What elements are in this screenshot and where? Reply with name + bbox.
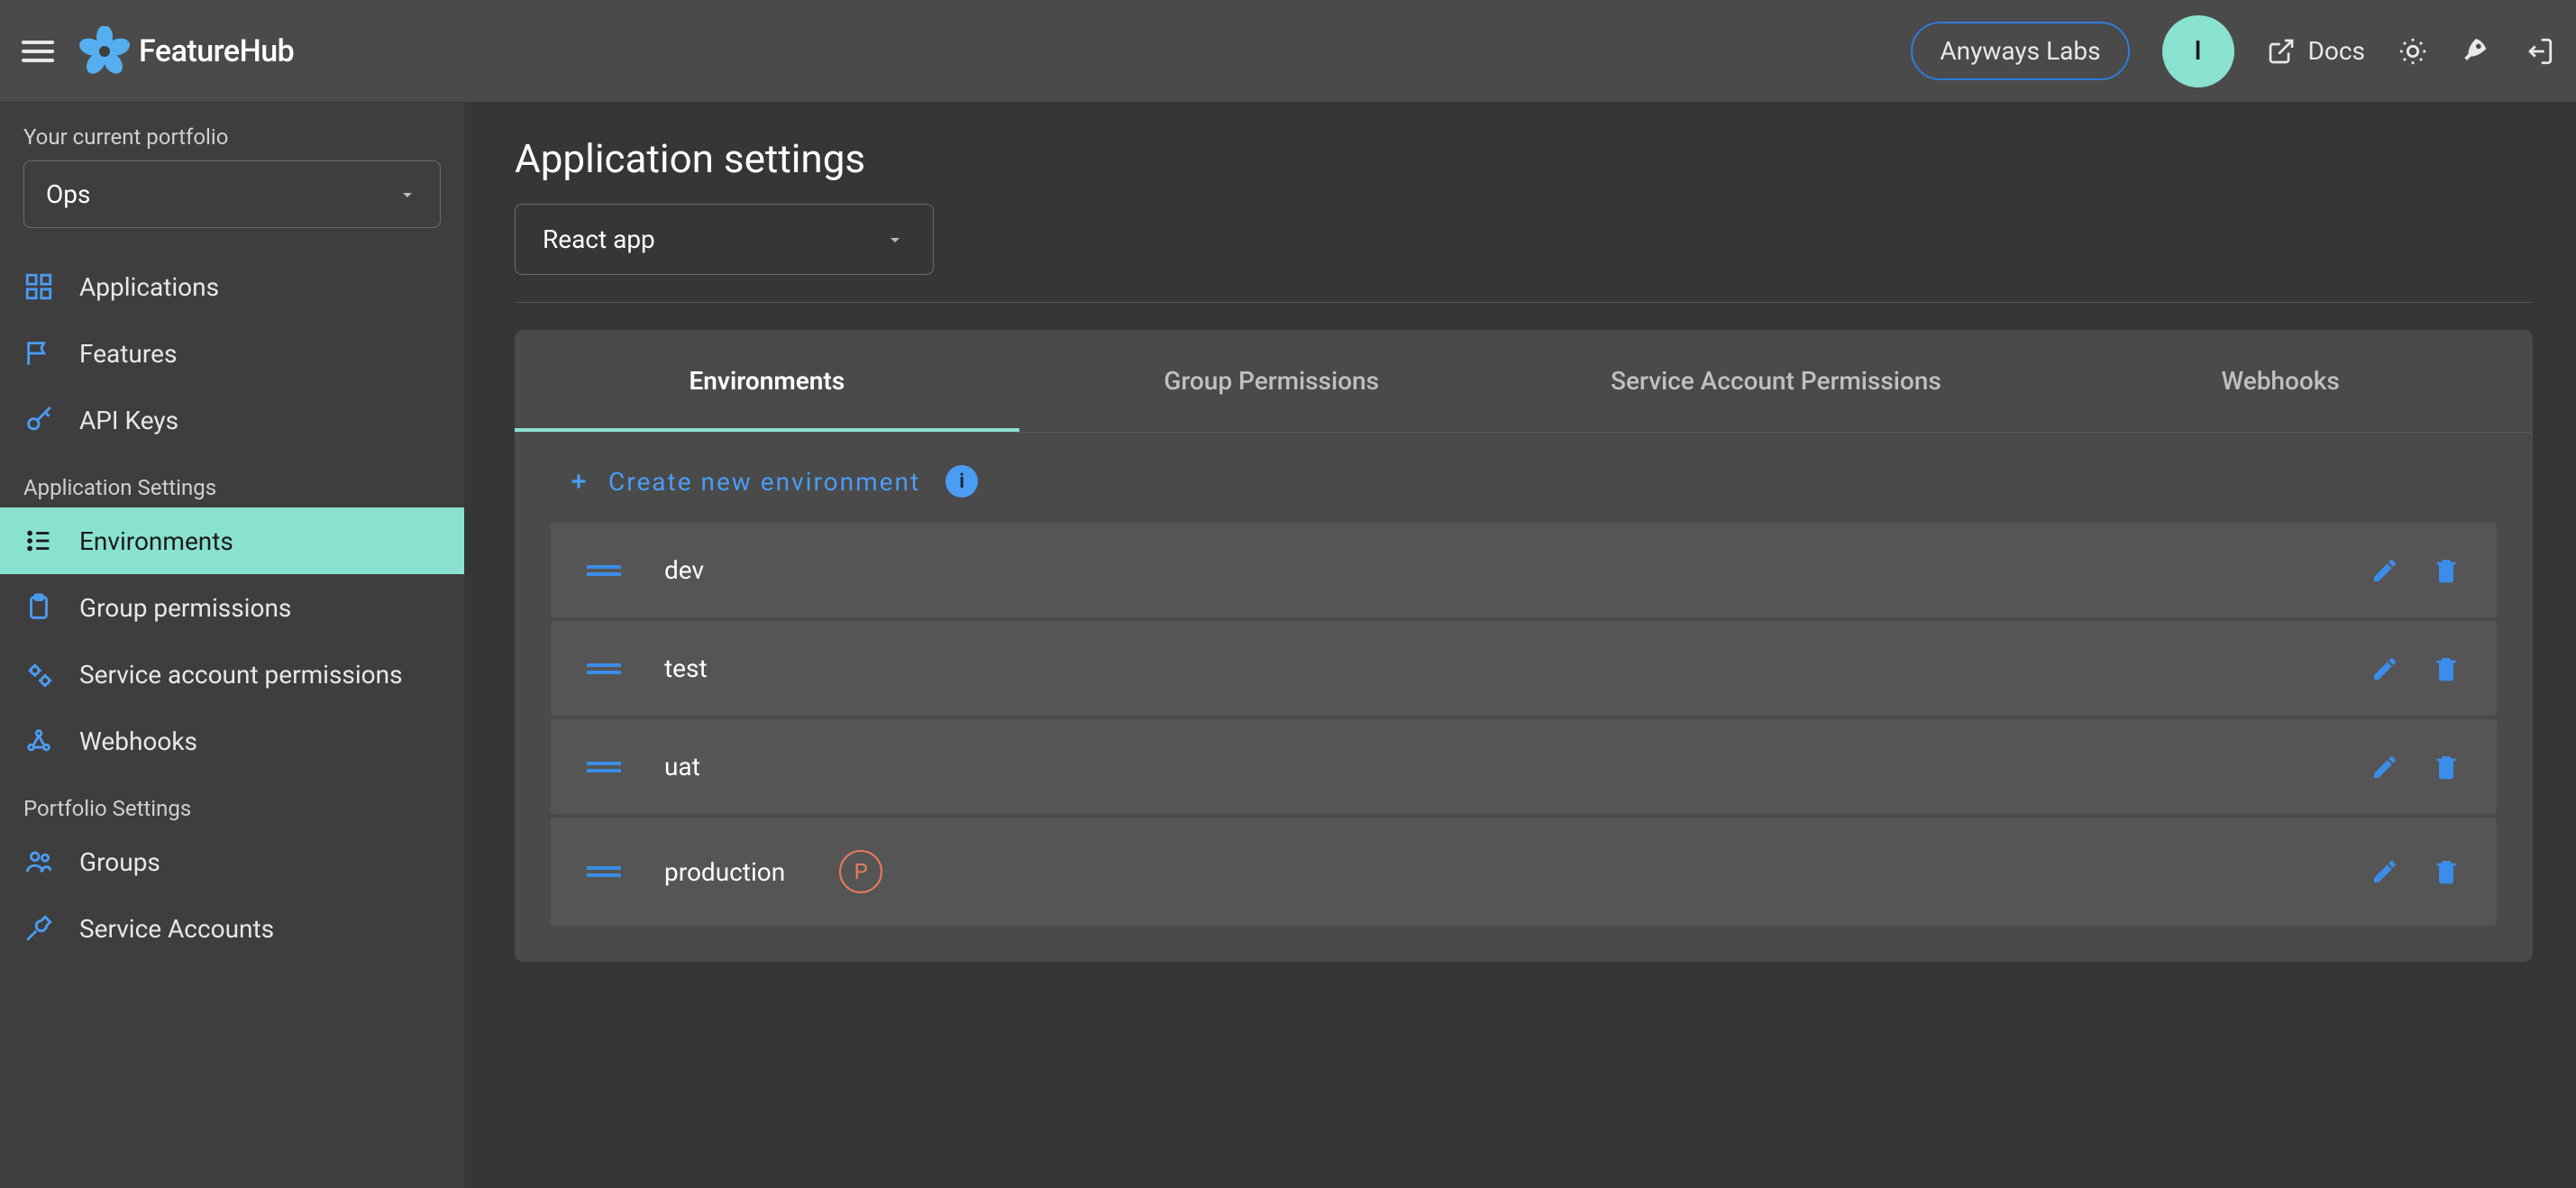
page-title: Application settings <box>515 135 2533 182</box>
nav-groups[interactable]: Groups <box>0 828 464 895</box>
drag-handle[interactable] <box>587 863 621 881</box>
nav-label: Service account permissions <box>79 660 403 690</box>
nav-label: Features <box>79 339 177 369</box>
logout-icon <box>2524 36 2554 67</box>
portfolio-label: Your current portfolio <box>0 124 464 150</box>
environment-list: dev test <box>515 523 2533 926</box>
info-icon[interactable]: i <box>945 465 978 498</box>
row-actions <box>2370 654 2461 683</box>
row-actions <box>2370 857 2461 886</box>
nav-label: Webhooks <box>79 727 197 756</box>
drag-handle[interactable] <box>587 758 621 776</box>
rocket-button[interactable] <box>2461 36 2491 67</box>
delete-icon[interactable] <box>2432 753 2461 781</box>
create-row: Create new environment i <box>515 433 2533 523</box>
environment-name: test <box>664 653 708 683</box>
webhook-icon <box>23 726 54 756</box>
nav-api-keys[interactable]: API Keys <box>0 387 464 453</box>
environment-name: dev <box>664 555 704 585</box>
row-actions <box>2370 556 2461 585</box>
environment-row: production P <box>551 818 2497 926</box>
edit-icon[interactable] <box>2370 654 2399 683</box>
tab-bar: Environments Group Permissions Service A… <box>515 330 2533 433</box>
rocket-icon <box>2461 36 2491 67</box>
environment-row: uat <box>551 719 2497 814</box>
sidebar: Your current portfolio Ops Applications … <box>0 103 464 1188</box>
user-avatar[interactable]: I <box>2162 15 2234 87</box>
environment-row: dev <box>551 523 2497 617</box>
flag-icon <box>23 338 54 369</box>
environment-name: production <box>664 857 785 887</box>
list-icon <box>23 525 54 556</box>
wrench-icon <box>23 913 54 944</box>
external-link-icon <box>2267 37 2296 66</box>
drag-icon <box>587 562 621 580</box>
environment-row: test <box>551 621 2497 716</box>
edit-icon[interactable] <box>2370 857 2399 886</box>
apps-icon <box>23 271 54 302</box>
docs-label: Docs <box>2308 36 2365 66</box>
nav-webhooks[interactable]: Webhooks <box>0 708 464 774</box>
nav-group-permissions[interactable]: Group permissions <box>0 574 464 641</box>
delete-icon[interactable] <box>2432 654 2461 683</box>
edit-icon[interactable] <box>2370 556 2399 585</box>
organization-chip[interactable]: Anyways Labs <box>1911 22 2129 80</box>
users-icon <box>23 846 54 877</box>
application-select[interactable]: React app <box>515 204 934 275</box>
header-left: FeatureHub <box>22 26 294 77</box>
production-badge: P <box>839 850 882 893</box>
application-select-value: React app <box>543 224 655 254</box>
logout-button[interactable] <box>2524 36 2554 67</box>
tab-group-permissions[interactable]: Group Permissions <box>1019 330 1524 432</box>
section-app-settings-label: Application Settings <box>0 453 464 507</box>
tab-service-account-permissions[interactable]: Service Account Permissions <box>1524 330 2029 432</box>
delete-icon[interactable] <box>2432 556 2461 585</box>
portfolio-value: Ops <box>46 179 90 209</box>
drag-handle[interactable] <box>587 660 621 678</box>
brand-name: FeatureHub <box>139 33 294 69</box>
drag-icon <box>587 863 621 881</box>
header-right: Anyways Labs I Docs <box>1911 15 2554 87</box>
clipboard-icon <box>23 592 54 623</box>
app-header: FeatureHub Anyways Labs I Docs <box>0 0 2576 103</box>
drag-handle[interactable] <box>587 562 621 580</box>
gears-icon <box>23 659 54 690</box>
nav-label: API Keys <box>79 406 178 435</box>
nav-label: Groups <box>79 847 160 877</box>
nav-label: Applications <box>79 272 219 302</box>
delete-icon[interactable] <box>2432 857 2461 886</box>
create-environment-button[interactable]: Create new environment <box>567 467 920 497</box>
main-content: Application settings React app Environme… <box>464 103 2576 1188</box>
chevron-down-icon <box>397 184 418 206</box>
environment-name: uat <box>664 752 700 781</box>
nav-environments[interactable]: Environments <box>0 507 464 574</box>
edit-icon[interactable] <box>2370 753 2399 781</box>
section-portfolio-settings-label: Portfolio Settings <box>0 774 464 828</box>
portfolio-select[interactable]: Ops <box>23 160 441 228</box>
theme-toggle-button[interactable] <box>2398 36 2428 67</box>
key-icon <box>23 405 54 435</box>
chevron-down-icon <box>884 229 906 251</box>
docs-link[interactable]: Docs <box>2267 36 2365 66</box>
nav-label: Environments <box>79 526 233 556</box>
plus-icon <box>567 470 590 493</box>
divider <box>515 302 2533 303</box>
featurehub-logo-icon <box>79 26 130 77</box>
drag-icon <box>587 758 621 776</box>
sun-icon <box>2398 36 2428 67</box>
tab-environments[interactable]: Environments <box>515 330 1019 432</box>
nav-service-account-permissions[interactable]: Service account permissions <box>0 641 464 708</box>
nav-label: Group permissions <box>79 593 291 623</box>
drag-icon <box>587 660 621 678</box>
create-environment-label: Create new environment <box>608 467 920 497</box>
tab-webhooks[interactable]: Webhooks <box>2028 330 2533 432</box>
nav-service-accounts[interactable]: Service Accounts <box>0 895 464 962</box>
nav-applications[interactable]: Applications <box>0 253 464 320</box>
row-actions <box>2370 753 2461 781</box>
menu-toggle-button[interactable] <box>22 41 54 62</box>
settings-panel: Environments Group Permissions Service A… <box>515 330 2533 962</box>
nav-label: Service Accounts <box>79 914 274 944</box>
nav-features[interactable]: Features <box>0 320 464 387</box>
brand-logo[interactable]: FeatureHub <box>79 26 294 77</box>
